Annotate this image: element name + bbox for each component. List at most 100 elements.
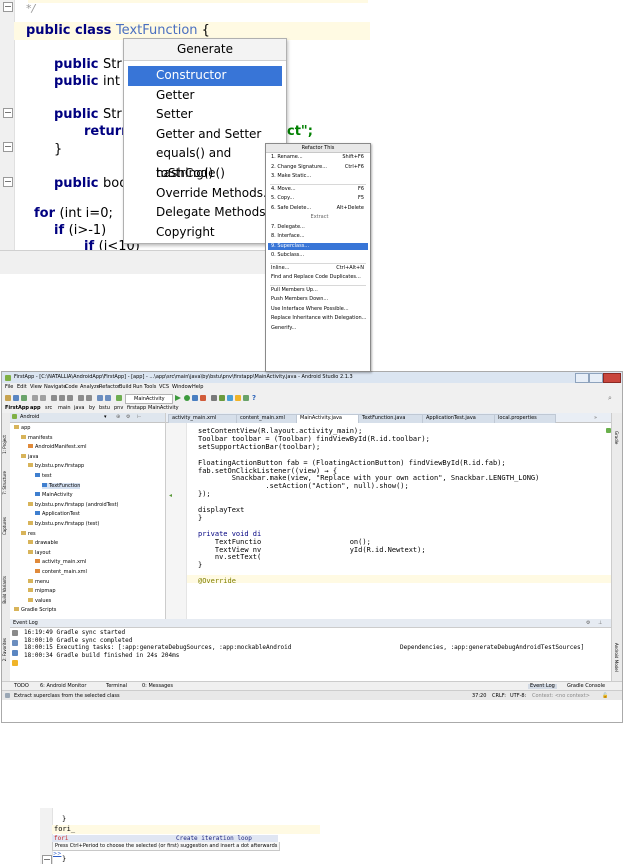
generate-getter-item[interactable]: Getter [128,86,282,106]
hint-link[interactable]: >> [53,851,61,857]
refactor-menu-item[interactable]: Use Interface Where Possible... [268,306,368,313]
clear-icon[interactable] [12,630,18,636]
sync-icon[interactable] [21,395,27,401]
mark-read-icon[interactable] [12,640,18,646]
hide-panel-icon[interactable]: ⊢ [137,414,141,420]
line-separator[interactable]: CRLF: [492,694,506,699]
context-indicator[interactable]: Context: <no context> [532,694,590,699]
tab-overflow-icon[interactable]: » [594,415,597,421]
menu-edit[interactable]: Edit [17,385,27,390]
nav-crumb-bstu[interactable]: bstu [99,406,110,411]
menu-run[interactable]: Run [133,385,143,390]
tree-item[interactable]: mipmap [28,588,56,594]
lock-icon[interactable]: 🔓 [602,693,608,699]
generate-delegate-item[interactable]: Delegate Methods... [128,203,282,223]
refactor-menu-item[interactable]: Replace Inheritance with Delegation... [268,315,368,322]
stop-icon[interactable] [200,395,206,401]
refactor-menu-item[interactable]: Find and Replace Code Duplicates... [268,274,368,281]
fold-icon[interactable] [3,177,13,187]
tree-item[interactable]: test [35,473,52,479]
suggestion-popup[interactable]: fori Create iteration loop [52,835,278,842]
copy-icon[interactable] [59,395,65,401]
tab-activity-main-xml[interactable]: activity_main.xml [168,414,238,423]
generate-setter-item[interactable]: Setter [128,105,282,125]
tool-tab-android-monitor[interactable]: 6: Android Monitor [40,684,86,689]
attach-debugger-icon[interactable] [192,395,198,401]
tool-tab-todo[interactable]: TODO [14,684,29,689]
code-editor[interactable] [166,423,611,619]
fold-icon[interactable] [3,108,13,118]
tree-item[interactable]: by.bstu.pnv.firstapp [28,463,84,469]
tree-item[interactable]: by.bstu.pnv.firstapp (androidTest) [28,501,119,508]
sync-file-icon[interactable]: ⊕ [116,414,120,420]
refactor-menu-item[interactable]: 4. Move... F6 [268,186,368,193]
replace-icon[interactable] [86,395,92,401]
paste-icon[interactable] [67,395,73,401]
hide-panel-icon[interactable]: ⊥ [598,620,602,626]
nav-crumb-src[interactable]: src [45,406,52,411]
run-icon[interactable] [175,395,181,401]
tool-tab-android-model[interactable]: Android Model [614,643,619,672]
file-encoding[interactable]: UTF-8: [510,694,526,699]
fold-icon[interactable] [3,2,13,12]
tree-item[interactable]: Gradle Scripts [14,607,56,613]
save-icon[interactable] [13,395,19,401]
scroll-end-icon[interactable] [12,650,18,656]
tree-item[interactable]: values [28,597,51,604]
search-everywhere-icon[interactable]: ⌕ [608,394,612,403]
tab-applicationtest-java[interactable]: ApplicationTest.java [422,414,496,423]
refactor-menu-item[interactable]: 8. Interface... [268,233,368,240]
refactor-menu-item[interactable]: 7. Delegate... [268,224,368,231]
tree-item[interactable]: java [21,453,38,460]
nav-crumb-by[interactable]: by [89,406,95,411]
generate-tostring-item[interactable]: toString() [128,164,282,184]
menu-code[interactable]: Code [65,385,78,390]
android-icon[interactable] [243,395,249,401]
tool-tab-structure[interactable]: 7: Structure [2,471,7,495]
refactor-menu-item[interactable]: 0. Subclass... [268,252,368,259]
settings-icon[interactable]: ⚙ [586,620,590,626]
tool-tab-project[interactable]: 1: Project [2,435,7,454]
close-button[interactable] [603,373,621,383]
tree-item[interactable]: by.bstu.pnv.firstapp (test) [28,521,99,527]
generate-getter-setter-item[interactable]: Getter and Setter [128,125,282,145]
tab-textfunction-java[interactable]: TextFunction.java [358,414,424,423]
menu-view[interactable]: View [30,385,42,390]
tool-tab-gradle[interactable]: Gradle [614,431,619,444]
tree-item[interactable]: AndroidManifest.xml [28,444,86,450]
generate-constructor-item[interactable]: Constructor [128,66,282,86]
tree-item[interactable]: layout [28,549,51,556]
tab-content-main-xml[interactable]: content_main.xml [236,414,298,423]
tree-item[interactable]: TextFunction [42,482,81,489]
settings-icon[interactable]: ⚙ [126,414,130,420]
generate-equals-hashcode-item[interactable]: equals() and hashCode() [128,144,282,180]
nav-crumb-pnv[interactable]: pnv [114,406,123,411]
tree-item[interactable]: manifests [21,434,53,441]
run-config-select[interactable]: MainActivity [125,394,173,404]
generate-copyright-item[interactable]: Copyright [128,223,282,243]
sdk-manager-icon[interactable] [219,395,225,401]
redo-icon[interactable] [40,395,46,401]
open-icon[interactable] [5,395,11,401]
cut-icon[interactable] [51,395,57,401]
refactor-menu-item[interactable]: 2. Change Signature... Ctrl+F6 [268,164,368,171]
refactor-menu-item[interactable]: Push Members Down... [268,296,368,303]
tool-windows-icon[interactable] [5,693,10,698]
tree-item[interactable]: content_main.xml [35,569,87,575]
undo-icon[interactable] [32,395,38,401]
tree-item[interactable]: app [14,425,30,431]
tool-tab-build-variants[interactable]: Build Variants [2,576,7,604]
refactor-menu-item[interactable]: 6. Safe Delete... Alt+Delete [268,205,368,212]
tool-tab-messages[interactable]: 0: Messages [142,684,173,689]
forward-icon[interactable] [105,395,111,401]
help-icon[interactable]: ? [252,394,256,402]
tree-item[interactable]: ApplicationTest [35,511,80,517]
fold-icon[interactable] [42,855,52,864]
nav-crumb-mainactivity[interactable]: MainActivity [148,406,179,411]
device-monitor-icon[interactable] [227,395,233,401]
minimize-button[interactable] [575,373,589,383]
menu-refactor[interactable]: Refactor [99,385,120,390]
debug-icon[interactable] [184,395,190,401]
refactor-menu-item[interactable]: Generify... [268,325,368,332]
view-dropdown-icon[interactable]: ▾ [104,414,107,420]
